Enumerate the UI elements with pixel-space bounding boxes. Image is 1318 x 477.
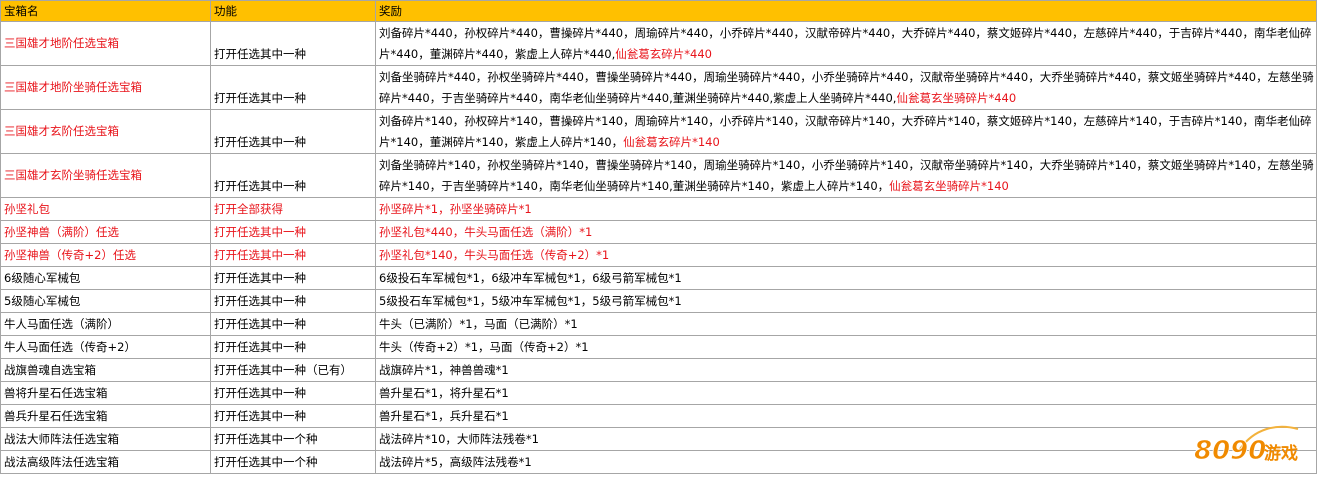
table-row: 5级随心军械包 打开任选其中一种 5级投石车军械包*1，5级冲车军械包*1，5级… <box>0 289 1317 313</box>
box-name: 战旗兽魂自选宝箱 <box>0 358 211 382</box>
reward-text: 刘备碎片*440，孙权碎片*440，曹操碎片*440，周瑜碎片*440，小乔碎片… <box>379 25 1312 61</box>
header-function: 功能 <box>210 0 376 22</box>
box-function: 打开任选其中一种（已有） <box>210 358 376 382</box>
table-row: 孙坚神兽（传奇+2）任选 打开任选其中一种 孙坚礼包*140，牛头马面任选（传奇… <box>0 243 1317 267</box>
table-row: 战法大师阵法任选宝箱 打开任选其中一个种 战法碎片*10，大师阵法残卷*1 <box>0 427 1317 451</box>
logo-text: 游戏 <box>1264 443 1298 464</box>
box-function: 打开任选其中一种 <box>210 289 376 313</box>
table-row: 6级随心军械包 打开任选其中一种 6级投石车军械包*1，6级冲车军械包*1，6级… <box>0 266 1317 290</box>
box-reward: 兽升星石*1，兵升星石*1 <box>375 404 1317 428</box>
box-name: 5级随心军械包 <box>0 289 211 313</box>
box-name: 孙坚神兽（满阶）任选 <box>0 220 211 244</box>
table-row: 兽兵升星石任选宝箱 打开任选其中一种 兽升星石*1，兵升星石*1 <box>0 404 1317 428</box>
box-name: 三国雄才地阶任选宝箱 <box>0 21 211 66</box>
reward-text: 刘备坐骑碎片*440，孙权坐骑碎片*440，曹操坐骑碎片*440，周瑜坐骑碎片*… <box>379 69 1314 105</box>
box-function: 打开任选其中一种 <box>210 335 376 359</box>
header-row: 宝箱名 功能 奖励 <box>0 0 1317 22</box>
box-function: 打开全部获得 <box>210 197 376 221</box>
box-function: 打开任选其中一种 <box>210 312 376 336</box>
reward-highlight: 仙瓮葛玄坐骑碎片*140 <box>889 178 1009 193</box>
reward-table: 宝箱名 功能 奖励 三国雄才地阶任选宝箱 打开任选其中一种 刘备碎片*440，孙… <box>0 0 1317 474</box>
table-row: 战旗兽魂自选宝箱 打开任选其中一种（已有） 战旗碎片*1，神兽兽魂*1 <box>0 358 1317 382</box>
reward-highlight: 仙瓮葛玄碎片*440 <box>615 46 712 61</box>
reward-highlight: 仙瓮葛玄坐骑碎片*440 <box>896 90 1017 105</box>
box-name: 孙坚礼包 <box>0 197 211 221</box>
box-function: 打开任选其中一种 <box>210 153 376 198</box>
logo-digits: 8090 <box>1194 436 1266 466</box>
table-row: 三国雄才地阶坐骑任选宝箱 打开任选其中一种 刘备坐骑碎片*440，孙权坐骑碎片*… <box>0 65 1317 110</box>
box-reward: 孙坚礼包*140，牛头马面任选（传奇+2）*1 <box>375 243 1317 267</box>
table-row: 兽将升星石任选宝箱 打开任选其中一种 兽升星石*1，将升星石*1 <box>0 381 1317 405</box>
box-function: 打开任选其中一种 <box>210 65 376 110</box>
watermark-logo: 8090 游戏 <box>1194 425 1299 466</box>
box-function: 打开任选其中一种 <box>210 243 376 267</box>
table-row: 战法高级阵法任选宝箱 打开任选其中一个种 战法碎片*5，高级阵法残卷*1 <box>0 450 1317 474</box>
table-row: 牛人马面任选（传奇+2） 打开任选其中一种 牛头（传奇+2）*1，马面（传奇+2… <box>0 335 1317 359</box>
box-function: 打开任选其中一种 <box>210 109 376 154</box>
box-reward: 5级投石车军械包*1，5级冲车军械包*1，5级弓箭军械包*1 <box>375 289 1317 313</box>
box-function: 打开任选其中一种 <box>210 404 376 428</box>
box-name: 战法大师阵法任选宝箱 <box>0 427 211 451</box>
box-name: 孙坚神兽（传奇+2）任选 <box>0 243 211 267</box>
box-name: 三国雄才玄阶坐骑任选宝箱 <box>0 153 211 198</box>
box-reward: 刘备碎片*440，孙权碎片*440，曹操碎片*440，周瑜碎片*440，小乔碎片… <box>375 21 1317 66</box>
reward-highlight: 仙瓮葛玄碎片*140 <box>623 134 720 149</box>
box-name: 牛人马面任选（满阶） <box>0 312 211 336</box>
box-name: 牛人马面任选（传奇+2） <box>0 335 211 359</box>
box-function: 打开任选其中一种 <box>210 21 376 66</box>
header-reward: 奖励 <box>375 0 1317 22</box>
box-function: 打开任选其中一种 <box>210 220 376 244</box>
box-function: 打开任选其中一个种 <box>210 427 376 451</box>
table-row: 孙坚神兽（满阶）任选 打开任选其中一种 孙坚礼包*440，牛头马面任选（满阶）*… <box>0 220 1317 244</box>
box-reward: 战法碎片*10，大师阵法残卷*1 <box>375 427 1317 451</box>
table-row: 孙坚礼包 打开全部获得 孙坚碎片*1，孙坚坐骑碎片*1 <box>0 197 1317 221</box>
box-name: 兽将升星石任选宝箱 <box>0 381 211 405</box>
table-row: 三国雄才地阶任选宝箱 打开任选其中一种 刘备碎片*440，孙权碎片*440，曹操… <box>0 21 1317 66</box>
reward-text: 刘备坐骑碎片*140，孙权坐骑碎片*140，曹操坐骑碎片*140，周瑜坐骑碎片*… <box>379 157 1314 193</box>
box-reward: 战旗碎片*1，神兽兽魂*1 <box>375 358 1317 382</box>
box-name: 三国雄才玄阶任选宝箱 <box>0 109 211 154</box>
box-name: 兽兵升星石任选宝箱 <box>0 404 211 428</box>
table-row: 三国雄才玄阶坐骑任选宝箱 打开任选其中一种 刘备坐骑碎片*140，孙权坐骑碎片*… <box>0 153 1317 198</box>
table-row: 牛人马面任选（满阶） 打开任选其中一种 牛头（已满阶）*1，马面（已满阶）*1 <box>0 312 1317 336</box>
box-function: 打开任选其中一种 <box>210 381 376 405</box>
box-function: 打开任选其中一个种 <box>210 450 376 474</box>
box-reward: 刘备碎片*140，孙权碎片*140，曹操碎片*140，周瑜碎片*140，小乔碎片… <box>375 109 1317 154</box>
box-reward: 兽升星石*1，将升星石*1 <box>375 381 1317 405</box>
box-name: 三国雄才地阶坐骑任选宝箱 <box>0 65 211 110</box>
box-reward: 孙坚碎片*1，孙坚坐骑碎片*1 <box>375 197 1317 221</box>
box-name: 6级随心军械包 <box>0 266 211 290</box>
box-reward: 6级投石车军械包*1，6级冲车军械包*1，6级弓箭军械包*1 <box>375 266 1317 290</box>
box-reward: 牛头（已满阶）*1，马面（已满阶）*1 <box>375 312 1317 336</box>
box-reward: 刘备坐骑碎片*140，孙权坐骑碎片*140，曹操坐骑碎片*140，周瑜坐骑碎片*… <box>375 153 1317 198</box>
box-function: 打开任选其中一种 <box>210 266 376 290</box>
box-reward: 战法碎片*5，高级阵法残卷*1 <box>375 450 1317 474</box>
reward-text: 刘备碎片*140，孙权碎片*140，曹操碎片*140，周瑜碎片*140，小乔碎片… <box>379 113 1312 149</box>
box-reward: 孙坚礼包*440，牛头马面任选（满阶）*1 <box>375 220 1317 244</box>
box-reward: 牛头（传奇+2）*1，马面（传奇+2）*1 <box>375 335 1317 359</box>
box-reward: 刘备坐骑碎片*440，孙权坐骑碎片*440，曹操坐骑碎片*440，周瑜坐骑碎片*… <box>375 65 1317 110</box>
header-box-name: 宝箱名 <box>0 0 211 22</box>
table-row: 三国雄才玄阶任选宝箱 打开任选其中一种 刘备碎片*140，孙权碎片*140，曹操… <box>0 109 1317 154</box>
box-name: 战法高级阵法任选宝箱 <box>0 450 211 474</box>
